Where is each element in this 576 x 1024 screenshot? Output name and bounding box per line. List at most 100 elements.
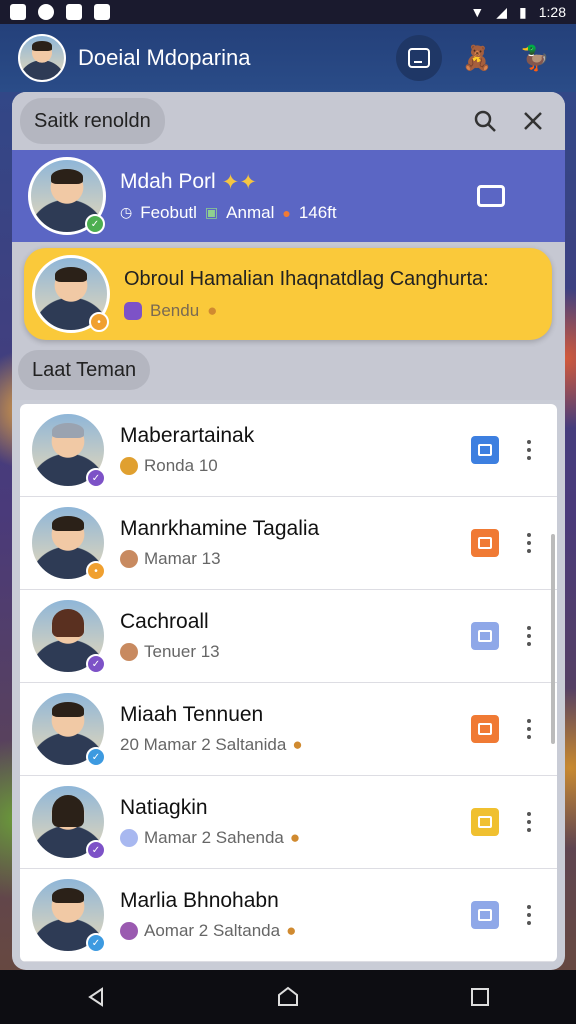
close-button[interactable]	[509, 97, 557, 145]
online-badge-icon: ✓	[85, 214, 105, 234]
friend-status: 20 Mamar 2 Saltanida	[120, 735, 287, 754]
character-button[interactable]: 🧸	[454, 35, 500, 81]
level-icon	[120, 829, 138, 847]
status-badge-icon: •	[89, 312, 109, 332]
friend-row[interactable]: ✓ Natiagkin Mamar 2 Sahenda ●	[20, 776, 557, 869]
level-icon	[120, 643, 138, 661]
notification-icon	[10, 4, 26, 20]
back-icon[interactable]	[84, 985, 108, 1009]
profile-tag: 146ft	[298, 202, 337, 222]
friend-status: Ronda 10	[144, 456, 218, 475]
fruit-icon: ●	[282, 204, 291, 221]
friend-name: Cachroall	[120, 610, 209, 633]
profile-tag: Feobutl	[140, 202, 197, 222]
profile-card[interactable]: ✓ Mdah Porl ✦✦ ◷ Feobutl ▣ Anmal ● 146ft	[12, 150, 565, 242]
friend-avatar: •	[30, 505, 106, 581]
system-nav-bar	[0, 970, 576, 1024]
level-icon	[120, 922, 138, 940]
notification-icon	[94, 4, 110, 20]
status-badge-icon: ✓	[86, 747, 106, 767]
search-icon	[474, 110, 496, 132]
friend-name: Marlia Bhnohabn	[120, 889, 279, 912]
highlight-subtitle: Bendu	[150, 300, 200, 320]
friend-name: Manrkhamine Tagalia	[120, 517, 320, 540]
chat-button[interactable]	[471, 622, 499, 650]
chat-icon	[478, 537, 492, 549]
star-icon: ✦✦	[221, 170, 257, 194]
friend-name: Natiagkin	[120, 796, 208, 819]
chat-icon	[478, 444, 492, 456]
friend-row[interactable]: ✓ Marlia Bhnohabn Aomar 2 Saltanda ●	[20, 869, 557, 962]
more-options-button[interactable]	[519, 440, 539, 460]
coin-icon: ●	[286, 921, 297, 940]
friend-row[interactable]: • Manrkhamine Tagalia Mamar 13	[20, 497, 557, 590]
friend-avatar: ✓	[30, 412, 106, 488]
reward-button[interactable]: 🦆	[512, 35, 558, 81]
battery-icon: ▮	[519, 3, 527, 20]
home-icon[interactable]	[276, 985, 300, 1009]
coin-icon: ●	[207, 300, 218, 320]
search-row: Saitk renoldn	[12, 92, 565, 150]
status-badge-icon: •	[86, 561, 106, 581]
chat-button[interactable]	[471, 808, 499, 836]
coin-icon: ●	[292, 735, 303, 754]
status-badge-icon: ✓	[86, 654, 106, 674]
more-options-button[interactable]	[519, 719, 539, 739]
status-time: 1:28	[538, 4, 566, 20]
level-icon	[120, 457, 138, 475]
status-badge-icon: ✓	[86, 468, 106, 488]
friend-row[interactable]: ✓ Maberartainak Ronda 10	[20, 404, 557, 497]
chat-button[interactable]	[471, 436, 499, 464]
scrollbar[interactable]	[551, 534, 555, 744]
friend-status: Tenuer 13	[144, 642, 220, 661]
more-options-button[interactable]	[519, 812, 539, 832]
search-button[interactable]	[461, 97, 509, 145]
clock-icon: ◷	[120, 204, 133, 220]
more-options-button[interactable]	[519, 533, 539, 553]
highlight-card[interactable]: • Obroul Hamalian Ihaqnatdlag Canghurta:…	[24, 248, 552, 340]
friend-row[interactable]: ✓ Cachroall Tenuer 13	[20, 590, 557, 683]
app-bar: Doeial Mdoparina 🧸 🦆	[0, 24, 576, 92]
reward-icon: 🦆	[520, 44, 550, 72]
search-label[interactable]: Saitk renoldn	[20, 98, 165, 144]
friend-row[interactable]: ✓ Miaah Tennuen 20 Mamar 2 Saltanida ●	[20, 683, 557, 776]
friend-status: Mamar 2 Sahenda	[144, 828, 284, 847]
chat-button[interactable]	[471, 901, 499, 929]
more-options-button[interactable]	[519, 626, 539, 646]
more-options-button[interactable]	[519, 905, 539, 925]
chat-button[interactable]	[471, 715, 499, 743]
chat-icon	[478, 630, 492, 642]
friend-avatar: ✓	[30, 784, 106, 860]
friend-status: Mamar 13	[144, 549, 221, 568]
friend-avatar: ✓	[30, 877, 106, 953]
app-title: Doeial Mdoparina	[78, 45, 251, 70]
status-badge-icon: ✓	[86, 933, 106, 953]
notification-icon	[66, 4, 82, 20]
chat-button[interactable]	[396, 35, 442, 81]
profile-avatar: ✓	[28, 157, 106, 235]
recents-icon[interactable]	[468, 985, 492, 1009]
status-badge-icon: ✓	[86, 840, 106, 860]
friends-panel: Saitk renoldn ✓ Mdah Porl ✦✦ ◷ Feobutl ▣…	[12, 92, 565, 970]
highlight-avatar: •	[32, 255, 110, 333]
notification-icon	[38, 4, 54, 20]
chat-button[interactable]	[471, 529, 499, 557]
coin-icon: ●	[289, 828, 301, 847]
highlight-section: • Obroul Hamalian Ihaqnatdlag Canghurta:…	[12, 242, 565, 340]
friends-list: ✓ Maberartainak Ronda 10 • Manrkhamine T…	[20, 404, 557, 962]
status-bar: ▼ ◢ ▮ 1:28	[0, 0, 576, 24]
chat-icon	[478, 816, 492, 828]
friend-avatar: ✓	[30, 598, 106, 674]
level-icon	[120, 550, 138, 568]
section-title: Laat Teman	[18, 350, 151, 390]
friend-name: Maberartainak	[120, 424, 255, 447]
user-avatar[interactable]	[18, 34, 66, 82]
character-icon: 🧸	[462, 44, 492, 72]
chat-icon	[408, 48, 430, 68]
friend-status: Aomar 2 Saltanda	[144, 921, 281, 940]
signal-icon: ◢	[496, 3, 508, 20]
picture-icon: ▣	[204, 204, 219, 220]
message-icon[interactable]	[477, 185, 505, 207]
wifi-icon: ▼	[470, 4, 485, 20]
chat-icon	[478, 909, 492, 921]
